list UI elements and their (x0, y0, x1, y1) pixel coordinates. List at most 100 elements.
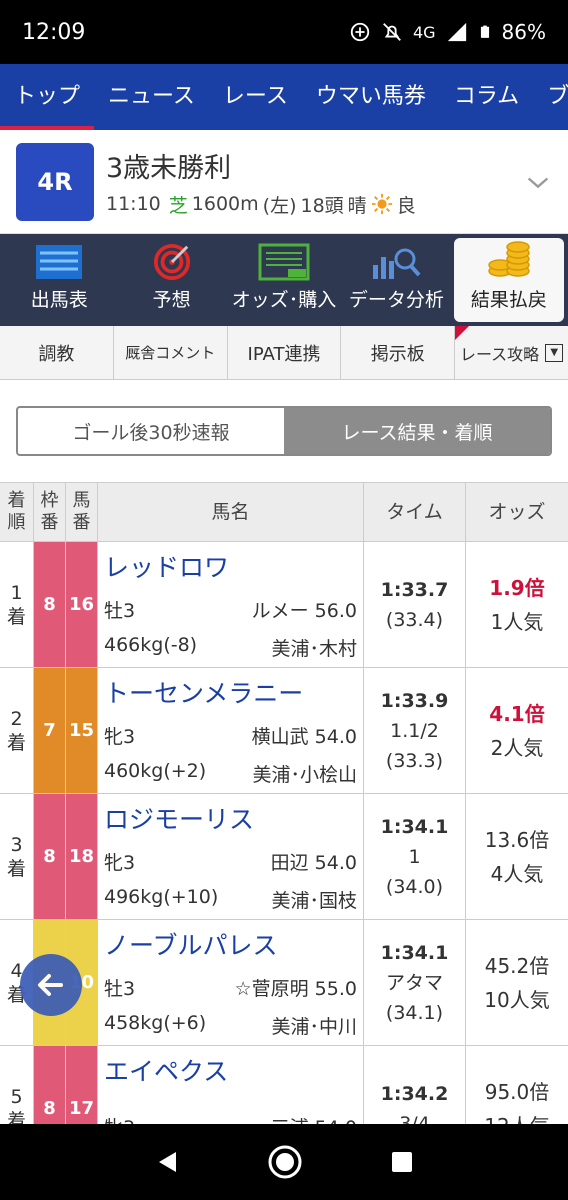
nav-top[interactable]: トップ (0, 64, 95, 130)
race-start-time: 11:10 (106, 193, 161, 215)
body-weight: 458kg(+6) (104, 1012, 207, 1034)
sub-tabs: 調教 厩舎コメント IPAT連携 掲示板 レース攻略 ▼ (0, 326, 568, 380)
horse-name-link[interactable]: トーセンメラニー (104, 674, 357, 710)
finish-time: 1:33.9 (380, 689, 449, 712)
trainer: 美浦･木村 (271, 638, 357, 660)
trainer: 美浦･国枝 (271, 890, 357, 912)
signal-icon (447, 22, 466, 42)
result-view-toggle: ゴール後30秒速報 レース結果・着順 (16, 406, 552, 456)
tile-data-analysis[interactable]: データ分析 (341, 238, 451, 322)
results-header: 着順 枠番 馬番 馬名 タイム オッズ (0, 482, 568, 542)
race-number-badge: 4R (16, 142, 94, 221)
mute-bell-icon (383, 23, 401, 41)
last-3f: (34.1) (385, 1001, 444, 1024)
sex-age: 牡3 (104, 599, 136, 622)
tile-entries[interactable]: 出馬表 (4, 238, 114, 322)
time-cell: 1:34.1 1 (34.0) (364, 794, 466, 919)
horse-name-link[interactable]: レッドロワ (104, 548, 357, 584)
margin: アタマ (385, 971, 443, 994)
tile-prediction[interactable]: 予想 (116, 238, 226, 322)
jockey-weight: 横山武 54.0 (251, 725, 357, 748)
coins-icon (488, 241, 530, 277)
subtab-training[interactable]: 調教 (0, 326, 114, 379)
waku-number: 8 (34, 794, 66, 919)
page: 12:09 4G 86% トップ ニュース レース ウマい馬券 コラム ブッ 4… (0, 0, 568, 1200)
nav-race[interactable]: レース (209, 64, 302, 130)
subtab-board[interactable]: 掲示板 (341, 326, 456, 379)
horse-info: ノーブルパレス 牡3 ☆菅原明 55.0 458kg(+6) 美浦･中川 (98, 920, 364, 1045)
network-label: 4G (412, 22, 436, 42)
time-cell: 1:34.1 アタマ (34.1) (364, 920, 466, 1045)
nav-news[interactable]: ニュース (94, 64, 209, 130)
trainer: 美浦･小桧山 (252, 764, 357, 786)
rank-cell: 2着 (0, 668, 34, 793)
subtab-race-strategy[interactable]: レース攻略 ▼ (455, 326, 568, 379)
odds-value: 45.2倍 (484, 953, 550, 978)
sex-age: 牝3 (104, 725, 136, 748)
segment-race-result[interactable]: レース結果・着順 (284, 408, 550, 454)
horse-info: ロジモーリス 牝3 田辺 54.0 496kg(+10) 美浦･国枝 (98, 794, 364, 919)
rank-cell: 1着 (0, 542, 34, 667)
status-time: 12:09 (22, 19, 86, 45)
time-cell: 1:33.9 1.1/2 (33.3) (364, 668, 466, 793)
back-button[interactable] (20, 954, 82, 1016)
header-horse-name: 馬名 (98, 483, 364, 541)
popularity: 2人気 (490, 735, 544, 760)
table-row[interactable]: 4着10ノーブルパレス牡3☆菅原明 55.0458kg(+6)美浦･中川1:34… (0, 920, 568, 1046)
table-row[interactable]: 2 着 7 15 トーセンメラニー 牝3 横山武 54.0 460kg(+2) 美浦･小桧山 1:… (0, 668, 568, 794)
horse-info: レッドロワ牡3 ルメー 56.0 466kg(-8) 美浦･木村 (98, 542, 364, 667)
chevron-down-icon[interactable] (524, 168, 552, 196)
system-navigation-bar (0, 1124, 568, 1200)
table-row[interactable]: 1 着 8 16 レッドロワ 牡3 ルメー 56.0 466kg(-8) 美浦･木村 1:33.7… (0, 542, 568, 668)
margin: 1.1/2 (390, 719, 439, 742)
popularity: 4人気 (490, 861, 544, 886)
dropdown-icon: ▼ (545, 343, 564, 362)
race-going: 良 (396, 194, 416, 217)
header-time: タイム (364, 483, 466, 541)
last-3f: (33.4) (385, 608, 444, 631)
jockey-weight: ルメー 56.0 (251, 599, 357, 622)
recents-square-icon[interactable] (390, 1150, 414, 1174)
odds-cell: 13.6倍 4人気 (466, 794, 568, 919)
body-weight: 496kg(+10) (104, 886, 219, 908)
race-distance: 1600m (191, 193, 259, 215)
race-header[interactable]: 4R 3歳未勝利 11:10 芝 1600m (左) 18頭 晴 良 (0, 130, 568, 234)
entries-icon (36, 245, 83, 279)
new-flag-icon (455, 326, 470, 340)
nav-umai-baken[interactable]: ウマい馬券 (302, 64, 440, 130)
race-surface: 芝 (168, 194, 188, 217)
nav-more[interactable]: ブッ (533, 64, 568, 130)
finish-time: 1:34.1 (380, 941, 449, 964)
horse-number: 16 (66, 542, 98, 667)
rank-cell: 3着 (0, 794, 34, 919)
waku-number: 7 (34, 668, 66, 793)
race-direction: (左) (262, 194, 297, 217)
sex-age: 牡3 (104, 977, 136, 1000)
horse-name-link[interactable]: ロジモーリス (104, 800, 357, 836)
popularity: 1人気 (490, 609, 544, 634)
odds-cell: 45.2倍 10人気 (466, 920, 568, 1045)
body-weight: 466kg(-8) (104, 634, 198, 656)
horse-name-link[interactable]: エイペクス (104, 1052, 357, 1088)
tile-results-payout[interactable]: 結果払戻 (453, 238, 565, 322)
sync-icon (350, 22, 370, 42)
last-3f: (33.3) (385, 749, 444, 772)
horse-info: トーセンメラニー 牝3 横山武 54.0 460kg(+2) 美浦･小桧山 (98, 668, 364, 793)
sex-age: 牝3 (104, 851, 136, 874)
nav-column[interactable]: コラム (440, 64, 533, 130)
back-triangle-icon[interactable] (154, 1149, 180, 1175)
finish-time: 1:34.2 (380, 1082, 449, 1105)
table-row[interactable]: 3 着 8 18 ロジモーリス 牝3 田辺 54.0 496kg(+10) 美浦･国枝 1:34.… (0, 794, 568, 920)
tile-odds-purchase[interactable]: オッズ･購入 (229, 238, 339, 322)
segment-quick-result[interactable]: ゴール後30秒速報 (18, 408, 284, 454)
subtab-stable-comment[interactable]: 厩舎コメント (114, 326, 228, 379)
horse-name-link[interactable]: ノーブルパレス (104, 926, 357, 962)
sun-icon (371, 193, 392, 215)
odds-value: 1.9倍 (489, 575, 545, 600)
waku-number: 8 (34, 542, 66, 667)
home-circle-icon[interactable] (267, 1144, 303, 1180)
race-menu: 出馬表 予想 オッズ･購入 データ分析 結果払戻 (0, 234, 568, 326)
chart-magnifier-icon (373, 248, 421, 279)
subtab-ipat[interactable]: IPAT連携 (228, 326, 342, 379)
results-table: 着順 枠番 馬番 馬名 タイム オッズ 1 着 8 16 レッドロワ 牡3 ルメー 56.0… (0, 482, 568, 1172)
